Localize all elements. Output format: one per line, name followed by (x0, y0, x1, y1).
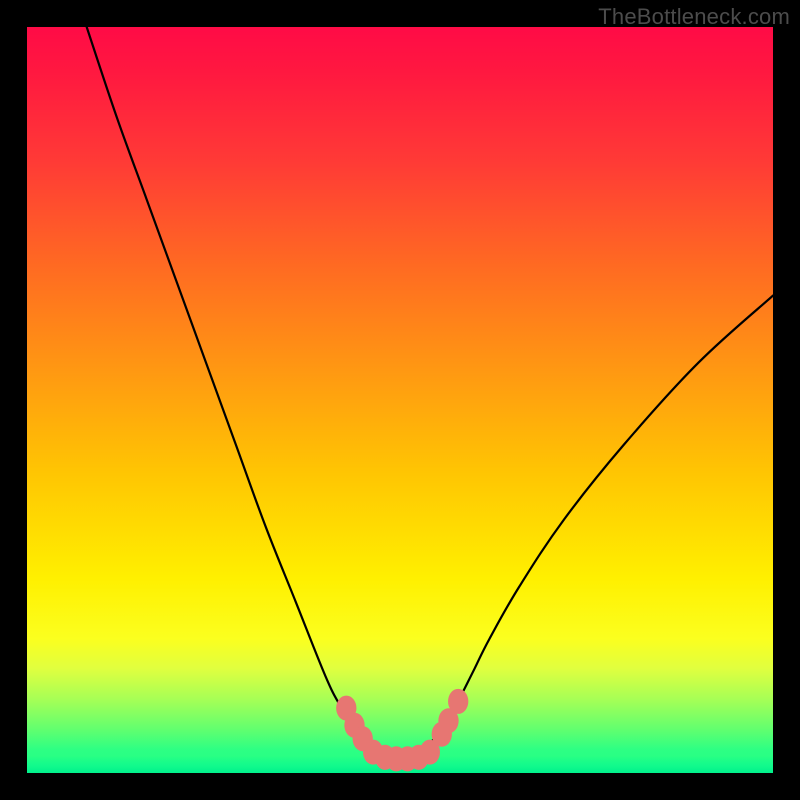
watermark-text: TheBottleneck.com (598, 4, 790, 30)
pink-marker (448, 689, 468, 714)
bottleneck-curve (87, 27, 773, 759)
chart-svg (27, 27, 773, 773)
markers-group (336, 689, 468, 772)
plot-area (27, 27, 773, 773)
chart-frame: TheBottleneck.com (0, 0, 800, 800)
